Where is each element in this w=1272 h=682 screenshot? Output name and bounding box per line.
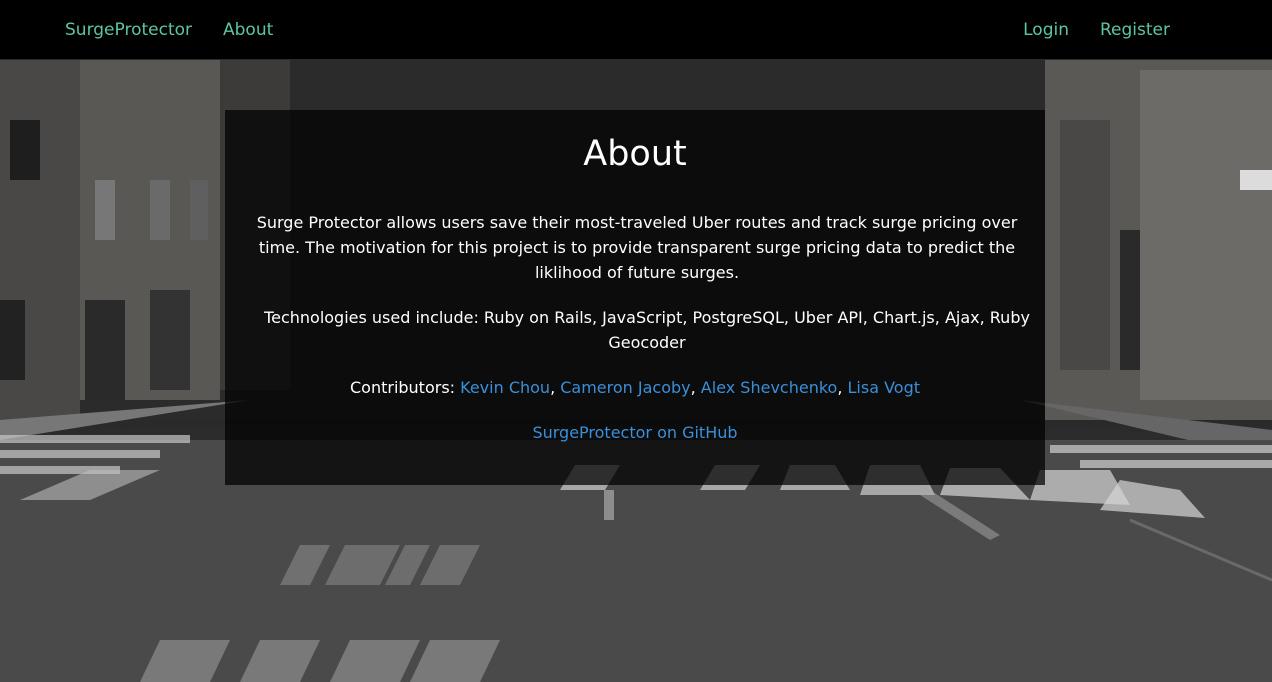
technologies-text: Technologies used include: Ruby on Rails… bbox=[264, 308, 1030, 352]
contributors-line: Contributors: Kevin Chou, Cameron Jacoby… bbox=[247, 375, 1023, 400]
page-title: About bbox=[583, 134, 687, 174]
contributor-separator: , bbox=[550, 378, 561, 397]
about-panel: About Surge Protector allows users save … bbox=[225, 110, 1045, 485]
about-description: Surge Protector allows users save their … bbox=[256, 213, 1018, 282]
top-navbar: SurgeProtector About Login Register bbox=[0, 0, 1272, 59]
contributors-label: Contributors: bbox=[349, 378, 461, 397]
nav-right: Login Register bbox=[1023, 20, 1170, 40]
nav-about-link[interactable]: About bbox=[223, 20, 273, 40]
nav-login-link[interactable]: Login bbox=[1023, 20, 1069, 40]
contributor-separator: , bbox=[837, 378, 848, 397]
contributor-link-kevin-chou[interactable]: Kevin Chou bbox=[460, 378, 550, 397]
brand-link[interactable]: SurgeProtector bbox=[65, 20, 192, 40]
contributor-link-cameron-jacoby[interactable]: Cameron Jacoby bbox=[560, 378, 690, 397]
contributor-separator: , bbox=[690, 378, 701, 397]
github-link[interactable]: SurgeProtector on GitHub bbox=[532, 423, 737, 442]
contributor-link-lisa-vogt[interactable]: Lisa Vogt bbox=[848, 378, 921, 397]
nav-left: SurgeProtector About bbox=[65, 20, 273, 40]
nav-register-link[interactable]: Register bbox=[1100, 20, 1170, 40]
github-line: SurgeProtector on GitHub bbox=[247, 420, 1023, 445]
contributor-link-alex-shevchenko[interactable]: Alex Shevchenko bbox=[701, 378, 838, 397]
